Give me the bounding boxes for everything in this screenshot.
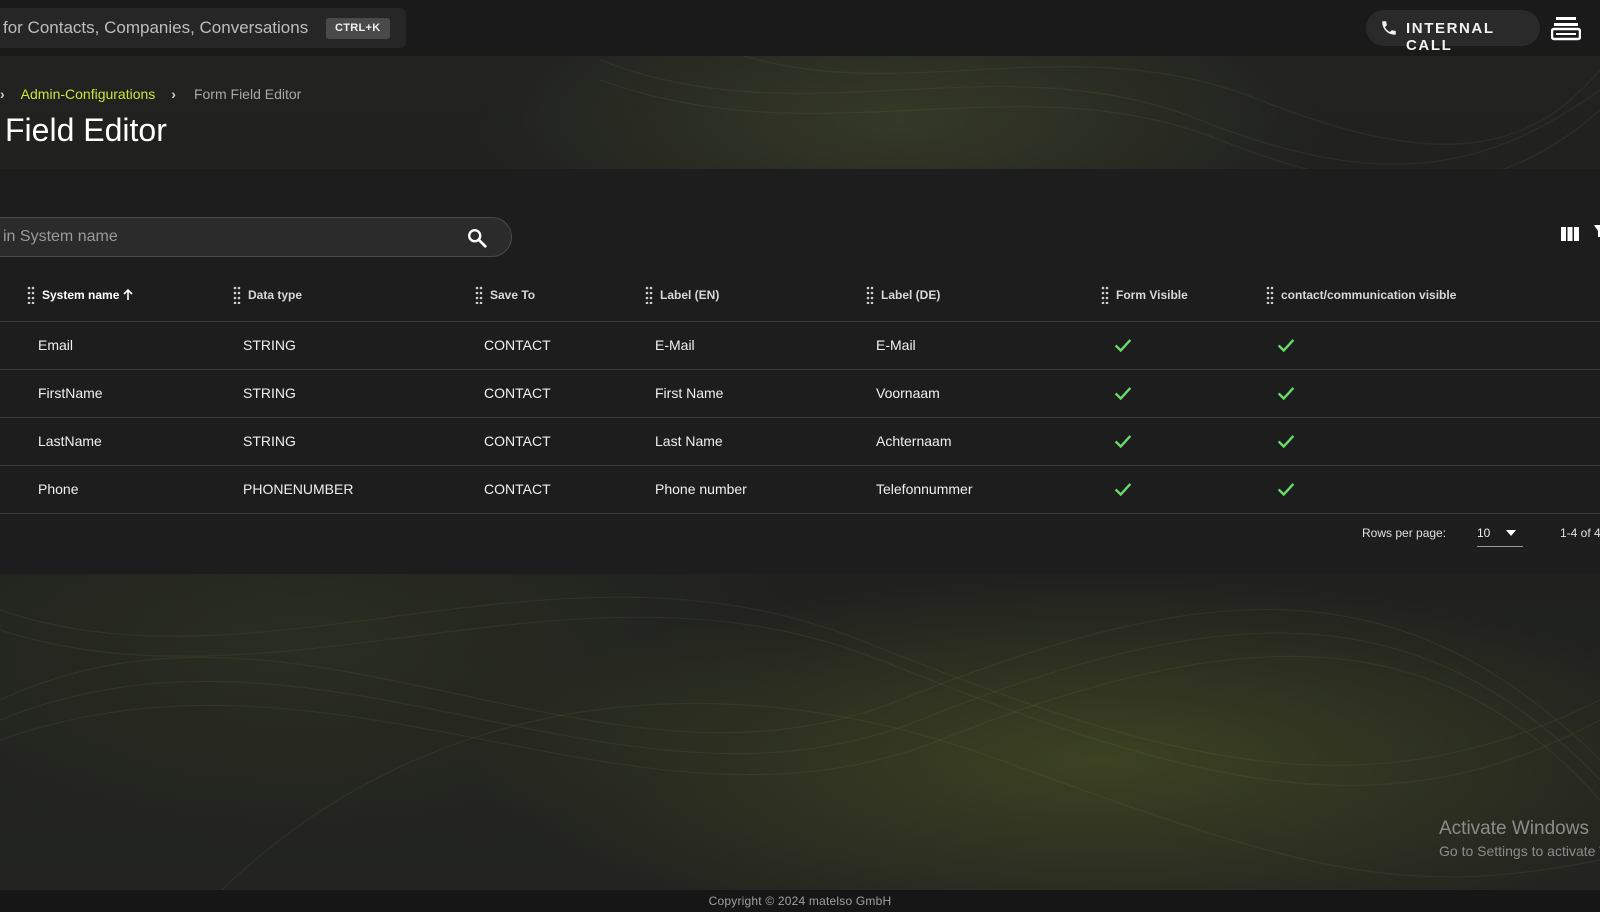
cell-data-type: STRING xyxy=(233,369,475,418)
column-label: Data type xyxy=(248,288,303,303)
column-label: System name xyxy=(42,288,120,303)
checkmark-icon xyxy=(1114,339,1132,353)
drag-handle-icon[interactable] xyxy=(645,286,653,305)
column-header-label-de[interactable]: Label (DE) xyxy=(866,270,1101,322)
cell-label-en: Phone number xyxy=(645,465,866,514)
drag-handle-icon[interactable] xyxy=(1266,286,1274,305)
app-page: for Contacts, Companies, Conversations C… xyxy=(0,0,1600,912)
search-icon[interactable] xyxy=(466,227,488,249)
watermark-subtitle: Go to Settings to activate Windows. xyxy=(1439,843,1600,859)
checkmark-icon xyxy=(1114,387,1132,401)
column-header-system-name[interactable]: System name xyxy=(27,270,233,322)
checkmark-icon xyxy=(1114,483,1132,497)
cell-system-name: LastName xyxy=(27,417,233,466)
dropdown-arrow-icon xyxy=(1506,530,1516,536)
chevron-right-icon: › xyxy=(0,86,5,102)
column-header-form-visible[interactable]: Form Visible xyxy=(1101,270,1266,322)
copyright-text: Copyright © 2024 matelso GmbH xyxy=(708,894,892,908)
breadcrumb-admin-configurations[interactable]: Admin-Configurations xyxy=(21,86,156,102)
drag-handle-icon[interactable] xyxy=(475,286,483,305)
drag-handle-icon[interactable] xyxy=(233,286,241,305)
cell-label-en: Last Name xyxy=(645,417,866,466)
column-header-save-to[interactable]: Save To xyxy=(475,270,645,322)
phone-icon xyxy=(1382,21,1396,35)
cell-contact-visible xyxy=(1266,321,1600,370)
column-label: Save To xyxy=(490,288,536,303)
cell-contact-visible xyxy=(1266,417,1600,466)
cell-data-type: PHONENUMBER xyxy=(233,465,475,514)
cell-save-to: CONTACT xyxy=(475,369,645,418)
drag-handle-icon[interactable] xyxy=(27,286,35,305)
cell-label-de: E-Mail xyxy=(866,321,1101,370)
column-label: Form Visible xyxy=(1116,288,1188,303)
form-field-table: System name Data type Save To Label (EN)… xyxy=(0,270,1600,514)
column-header-contact-visible[interactable]: contact/communication visible xyxy=(1266,270,1600,322)
activate-windows-watermark: Activate Windows Go to Settings to activ… xyxy=(1439,818,1600,859)
internal-call-button[interactable]: INTERNAL CALL xyxy=(1366,10,1540,54)
checkmark-icon xyxy=(1277,483,1295,497)
stack-menu-icon[interactable] xyxy=(1551,14,1581,42)
pagination-range: 1-4 of 4 xyxy=(1560,526,1600,540)
column-header-label-en[interactable]: Label (EN) xyxy=(645,270,866,322)
cell-label-de: Voornaam xyxy=(866,369,1101,418)
watermark-title: Activate Windows xyxy=(1439,818,1589,839)
table-row[interactable]: Phone PHONENUMBER CONTACT Phone number T… xyxy=(0,465,1600,514)
cell-save-to: CONTACT xyxy=(475,417,645,466)
checkmark-icon xyxy=(1277,435,1295,449)
sort-ascending-icon[interactable] xyxy=(122,289,134,301)
filter-placeholder: in System name xyxy=(3,228,118,245)
drag-handle-icon[interactable] xyxy=(1101,286,1109,305)
cell-form-visible xyxy=(1101,465,1266,514)
footer: Copyright © 2024 matelso GmbH xyxy=(0,890,1600,912)
column-label: contact/communication visible xyxy=(1281,288,1457,303)
rows-per-page-label: Rows per page: xyxy=(1362,526,1447,540)
checkmark-icon xyxy=(1277,339,1295,353)
pagination: Rows per page: 10 1-4 of 4 xyxy=(0,507,1600,557)
table-row[interactable]: Email STRING CONTACT E-Mail E-Mail xyxy=(0,321,1600,370)
cell-save-to: CONTACT xyxy=(475,321,645,370)
cell-data-type: STRING xyxy=(233,417,475,466)
cell-contact-visible xyxy=(1266,369,1600,418)
checkmark-icon xyxy=(1277,387,1295,401)
rows-per-page-value: 10 xyxy=(1477,526,1491,540)
drag-handle-icon[interactable] xyxy=(866,286,874,305)
breadcrumb: › Admin-Configurations › Form Field Edit… xyxy=(0,86,301,102)
top-bar: for Contacts, Companies, Conversations C… xyxy=(0,0,1600,56)
table-panel: in System name System name Data type Sav… xyxy=(0,169,1600,574)
page-header: › Admin-Configurations › Form Field Edit… xyxy=(0,56,1600,169)
table-row[interactable]: LastName STRING CONTACT Last Name Achter… xyxy=(0,417,1600,466)
breadcrumb-current: Form Field Editor xyxy=(193,86,302,102)
cell-system-name: Phone xyxy=(27,465,233,514)
columns-icon[interactable] xyxy=(1561,227,1579,241)
table-header-row: System name Data type Save To Label (EN)… xyxy=(0,270,1600,322)
column-header-data-type[interactable]: Data type xyxy=(233,270,475,322)
cell-form-visible xyxy=(1101,321,1266,370)
cell-label-en: E-Mail xyxy=(645,321,866,370)
cell-system-name: FirstName xyxy=(27,369,233,418)
internal-call-label: INTERNAL CALL xyxy=(1406,20,1495,54)
cell-label-de: Telefonnummer xyxy=(866,465,1101,514)
global-search[interactable]: for Contacts, Companies, Conversations C… xyxy=(0,8,406,48)
global-search-placeholder: for Contacts, Companies, Conversations xyxy=(3,18,309,37)
cell-data-type: STRING xyxy=(233,321,475,370)
cell-form-visible xyxy=(1101,369,1266,418)
shortcut-badge: CTRL+K xyxy=(326,18,390,39)
rows-per-page-select[interactable]: 10 xyxy=(1477,517,1523,547)
cell-label-en: First Name xyxy=(645,369,866,418)
chevron-right-icon: › xyxy=(171,86,176,102)
column-label: Label (EN) xyxy=(660,288,720,303)
table-row[interactable]: FirstName STRING CONTACT First Name Voor… xyxy=(0,369,1600,418)
cell-contact-visible xyxy=(1266,465,1600,514)
column-label: Label (DE) xyxy=(881,288,941,303)
cell-system-name: Email xyxy=(27,321,233,370)
checkmark-icon xyxy=(1114,435,1132,449)
page-title: Field Editor xyxy=(5,112,167,148)
system-name-filter[interactable]: in System name xyxy=(0,217,512,257)
cell-form-visible xyxy=(1101,417,1266,466)
filter-icon[interactable] xyxy=(1594,223,1600,243)
cell-save-to: CONTACT xyxy=(475,465,645,514)
cell-label-de: Achternaam xyxy=(866,417,1101,466)
